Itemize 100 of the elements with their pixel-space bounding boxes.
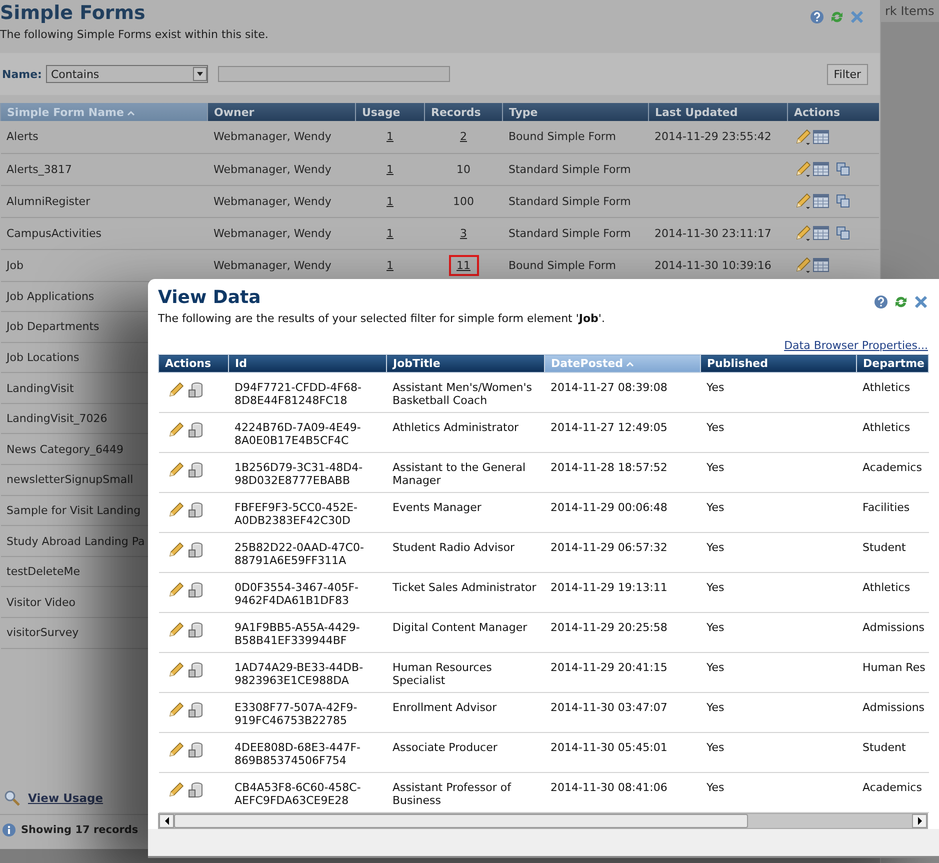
column-header[interactable]: Published bbox=[700, 354, 856, 372]
database-icon[interactable] bbox=[188, 542, 204, 558]
help-icon[interactable] bbox=[874, 295, 888, 309]
column-header[interactable]: Departme bbox=[856, 354, 928, 372]
database-icon[interactable] bbox=[188, 582, 204, 598]
filter-button[interactable]: Filter bbox=[826, 64, 868, 84]
id-cell: 4224B76D-7A09-4E49-8A0E0B17E4B5CF4C bbox=[228, 412, 386, 452]
pencil-icon[interactable] bbox=[166, 621, 184, 639]
usage-link[interactable]: 1 bbox=[378, 254, 402, 276]
pencil-icon[interactable] bbox=[794, 192, 812, 210]
date-cell: 2014-11-29 23:55:42 bbox=[654, 130, 772, 144]
database-icon[interactable] bbox=[188, 782, 204, 798]
table-icon[interactable] bbox=[812, 226, 828, 240]
department-cell: Student bbox=[856, 532, 928, 572]
published-cell: Yes bbox=[700, 732, 856, 772]
close-icon[interactable] bbox=[914, 295, 928, 309]
right-arrow-icon[interactable] bbox=[916, 817, 922, 825]
id-cell: 1B256D79-3C31-48D4-98D032E8777EBABB bbox=[228, 452, 386, 492]
horizontal-scrollbar[interactable] bbox=[158, 813, 928, 829]
usage-link[interactable]: 1 bbox=[378, 190, 402, 212]
column-header[interactable]: Records bbox=[424, 103, 502, 121]
date-cell: 2014-11-30 10:39:16 bbox=[654, 258, 772, 272]
pencil-icon[interactable] bbox=[794, 256, 812, 274]
pencil-icon[interactable] bbox=[166, 541, 184, 559]
form-name-cell: Study Abroad Landing Pa bbox=[6, 534, 145, 548]
copy-icon[interactable] bbox=[836, 194, 850, 208]
date-posted-cell: 2014-11-30 08:41:06 bbox=[544, 772, 700, 812]
page-subtitle: The following Simple Forms exist within this site. bbox=[0, 28, 268, 41]
pencil-icon[interactable] bbox=[794, 160, 812, 178]
database-icon[interactable] bbox=[188, 422, 204, 438]
pencil-icon[interactable] bbox=[166, 381, 184, 399]
usage-link[interactable]: 1 bbox=[378, 126, 402, 148]
view-usage-link[interactable]: View Usage bbox=[28, 791, 104, 805]
published-cell: Yes bbox=[700, 412, 856, 452]
usage-link[interactable]: 1 bbox=[378, 222, 402, 244]
department-cell: Athletics bbox=[856, 572, 928, 612]
records-link[interactable]: 2 bbox=[452, 126, 475, 148]
department-cell: Athletics bbox=[856, 372, 928, 412]
department-cell: Academics bbox=[856, 772, 928, 812]
column-header[interactable]: Usage bbox=[356, 103, 424, 121]
column-header[interactable]: Type bbox=[502, 103, 648, 121]
operator-dropdown[interactable]: Contains bbox=[46, 65, 208, 83]
owner-cell: Webmanager, Wendy bbox=[214, 194, 332, 208]
pencil-icon[interactable] bbox=[794, 128, 812, 146]
refresh-icon[interactable] bbox=[894, 295, 908, 309]
database-icon[interactable] bbox=[188, 502, 204, 518]
column-header[interactable]: Actions bbox=[788, 103, 878, 121]
form-name-cell: Alerts_3817 bbox=[6, 162, 72, 176]
pencil-icon[interactable] bbox=[166, 461, 184, 479]
pencil-icon[interactable] bbox=[166, 701, 184, 719]
side-tab[interactable]: rk Items bbox=[881, 0, 939, 22]
id-cell: 25B82D22-0AAD-47C0-88791A6E59FF311A bbox=[228, 532, 386, 572]
column-header[interactable]: Id bbox=[228, 354, 386, 372]
table-icon[interactable] bbox=[812, 130, 828, 144]
form-name-cell: newsletterSignupSmall bbox=[6, 473, 134, 486]
date-posted-cell: 2014-11-29 06:57:32 bbox=[544, 532, 700, 572]
database-icon[interactable] bbox=[188, 622, 204, 638]
type-cell: Standard Simple Form bbox=[508, 226, 631, 240]
pencil-icon[interactable] bbox=[166, 781, 184, 799]
records-link[interactable]: 3 bbox=[452, 222, 475, 244]
department-cell: Student bbox=[856, 732, 928, 772]
table-icon[interactable] bbox=[812, 162, 828, 176]
database-icon[interactable] bbox=[188, 462, 204, 478]
pencil-icon[interactable] bbox=[166, 581, 184, 599]
left-arrow-icon[interactable] bbox=[164, 817, 170, 825]
table-icon[interactable] bbox=[812, 258, 828, 272]
id-cell: 0D0F3554-3467-405F-9462F4DA61B1DF83 bbox=[228, 572, 386, 612]
published-cell: Yes bbox=[700, 652, 856, 692]
copy-icon[interactable] bbox=[836, 226, 850, 240]
records-link[interactable]: 11 bbox=[448, 254, 478, 276]
pencil-icon[interactable] bbox=[166, 741, 184, 759]
pencil-icon[interactable] bbox=[794, 224, 812, 242]
date-posted-cell: 2014-11-28 18:57:52 bbox=[544, 452, 700, 492]
date-posted-cell: 2014-11-29 19:13:11 bbox=[544, 572, 700, 612]
column-header[interactable]: Last Updated bbox=[648, 103, 788, 121]
records-count: 10 bbox=[456, 162, 472, 178]
database-icon[interactable] bbox=[188, 382, 204, 398]
pencil-icon[interactable] bbox=[166, 661, 184, 679]
form-name-cell: CampusActivities bbox=[6, 226, 102, 240]
copy-icon[interactable] bbox=[836, 162, 850, 176]
job-title-cell: Enrollment Advisor bbox=[386, 692, 544, 732]
column-header[interactable]: Owner bbox=[208, 103, 356, 121]
table-icon[interactable] bbox=[812, 194, 828, 208]
pencil-icon[interactable] bbox=[166, 501, 184, 519]
date-posted-cell: 2014-11-27 12:49:05 bbox=[544, 412, 700, 452]
department-cell: Facilities bbox=[856, 492, 928, 532]
scrollbar-thumb[interactable] bbox=[174, 814, 748, 828]
database-icon[interactable] bbox=[188, 662, 204, 678]
database-icon[interactable] bbox=[188, 702, 204, 718]
database-icon[interactable] bbox=[188, 742, 204, 758]
department-cell: Admissions bbox=[856, 692, 928, 732]
help-icon[interactable] bbox=[810, 10, 824, 24]
column-header[interactable]: JobTitle bbox=[386, 354, 544, 372]
usage-link[interactable]: 1 bbox=[378, 158, 402, 180]
column-header[interactable]: Actions bbox=[158, 354, 228, 372]
pencil-icon[interactable] bbox=[166, 421, 184, 439]
data-browser-properties-link[interactable]: Data Browser Properties... bbox=[784, 339, 928, 354]
type-cell: Bound Simple Form bbox=[508, 258, 616, 272]
filter-input-field[interactable] bbox=[218, 66, 450, 82]
form-name-cell: Job Applications bbox=[6, 290, 94, 303]
